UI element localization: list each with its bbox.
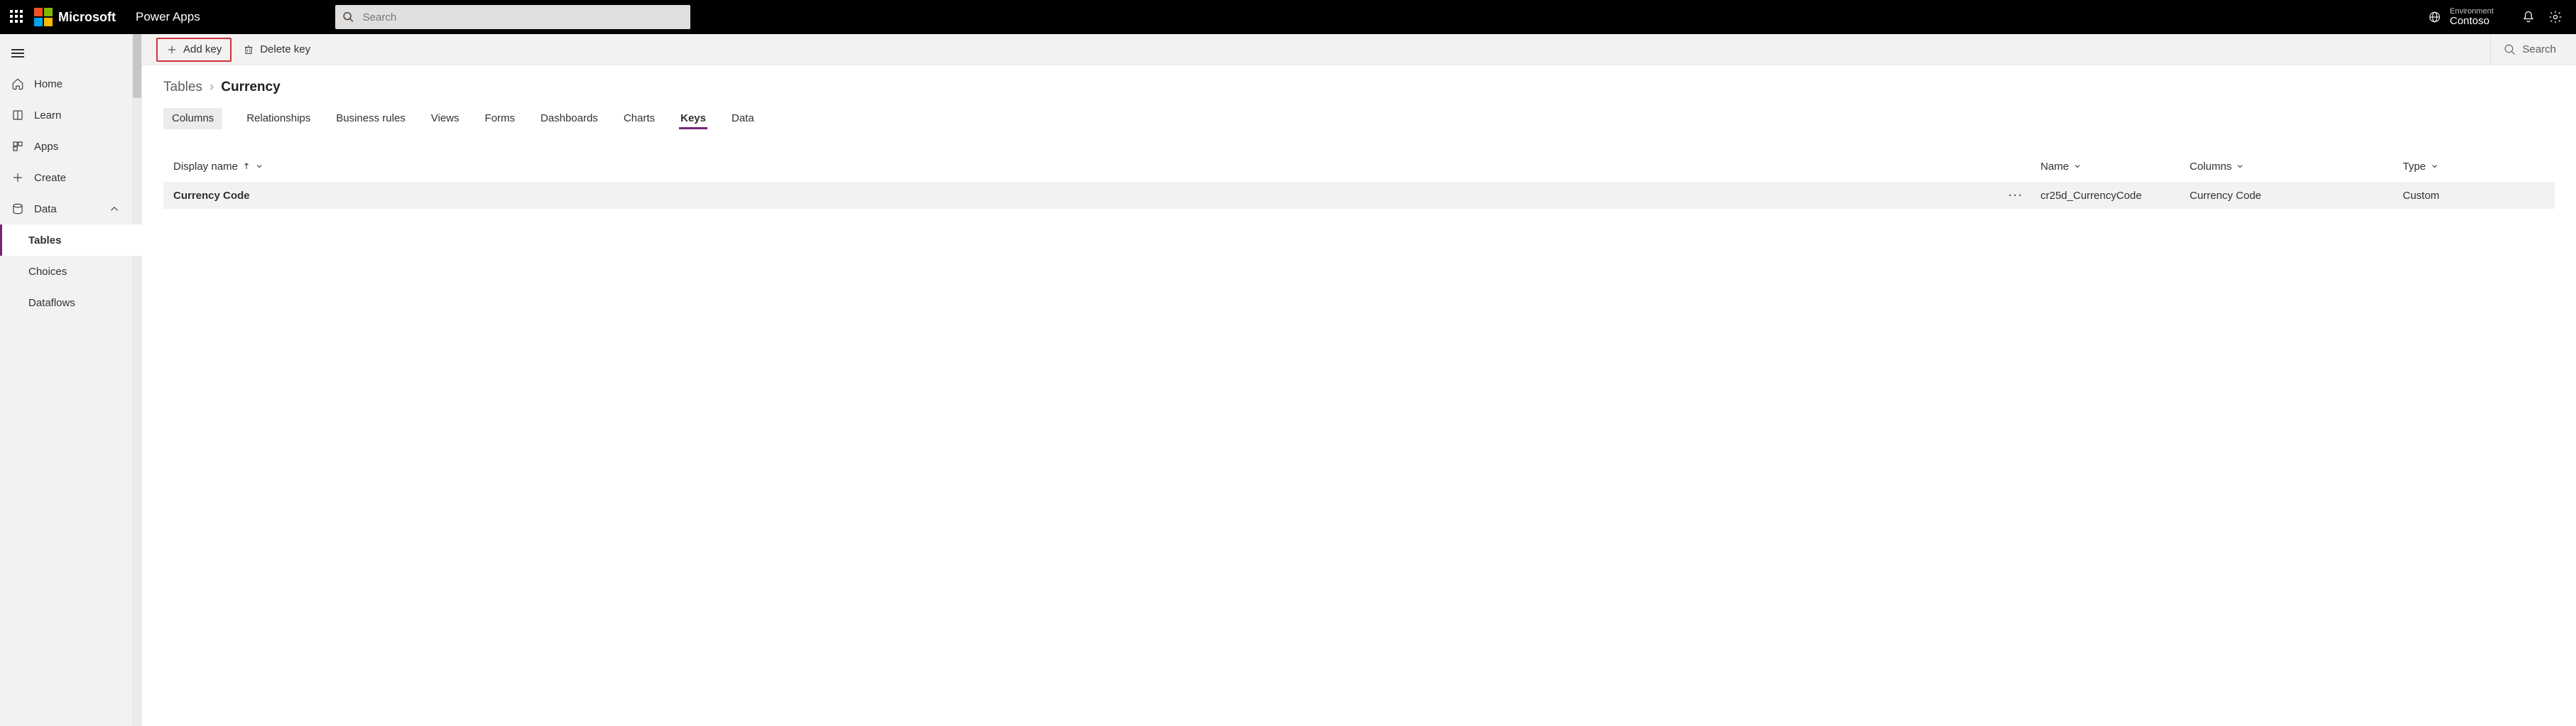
settings-button[interactable] [2542,0,2569,34]
nav-scrollbar-thumb[interactable] [133,34,141,98]
col-header-label: Display name [173,161,238,173]
row-more-button[interactable]: ··· [2009,190,2023,202]
apps-icon [11,140,24,153]
nav-item-data[interactable]: Data [0,193,142,224]
search-icon [342,11,354,23]
chevron-right-icon: › [210,80,214,95]
nav-sub-dataflows[interactable]: Dataflows [0,287,142,318]
app-launcher-icon[interactable] [10,10,24,24]
sort-asc-icon [242,162,251,170]
delete-key-button[interactable]: Delete key [234,38,319,62]
chevron-down-icon [2236,162,2244,170]
nav-item-home[interactable]: Home [0,68,142,99]
microsoft-logo-icon [34,8,53,26]
entity-tabs: Columns Relationships Business rules Vie… [163,108,2555,129]
nav-sub-label: Tables [28,234,61,246]
col-header-display-name[interactable]: Display name [173,161,2040,173]
nav-collapse-button[interactable] [0,38,142,68]
commandbar-search-label: Search [2522,43,2556,55]
command-bar: Add key Delete key Search [142,34,2576,65]
plus-icon [166,44,178,55]
tab-relationships[interactable]: Relationships [245,108,312,129]
book-icon [11,109,24,121]
plus-icon [11,171,24,184]
nav-label: Apps [34,141,58,153]
search-icon [2504,43,2516,56]
environment-label: Environment [2450,7,2494,16]
nav-item-apps[interactable]: Apps [0,131,142,162]
tab-columns[interactable]: Columns [163,108,222,129]
add-key-button[interactable]: Add key [156,38,232,62]
col-header-type[interactable]: Type [2403,161,2545,173]
table-row[interactable]: Currency Code ··· cr25d_CurrencyCode Cur… [163,182,2555,209]
bell-icon [2521,10,2536,24]
tab-dashboards[interactable]: Dashboards [539,108,599,129]
microsoft-logo: Microsoft [34,8,116,26]
nav-scrollbar-track[interactable] [132,34,142,726]
col-header-label: Columns [2190,161,2232,173]
nav-sub-tables[interactable]: Tables [0,224,142,256]
main-area: Add key Delete key Search Tables › Curre… [142,34,2576,726]
tab-views[interactable]: Views [430,108,461,129]
microsoft-brand-text: Microsoft [58,10,116,25]
gear-icon [2548,10,2563,24]
data-icon [11,202,24,215]
cell-type: Custom [2403,190,2545,202]
home-icon [11,77,24,90]
col-header-label: Type [2403,161,2426,173]
tab-charts[interactable]: Charts [622,108,656,129]
breadcrumb-current: Currency [221,80,280,95]
cell-display-name: Currency Code [173,190,250,202]
nav-item-create[interactable]: Create [0,162,142,193]
global-search[interactable] [335,5,690,29]
nav-label: Learn [34,109,61,121]
commandbar-search[interactable]: Search [2498,43,2562,56]
tab-forms[interactable]: Forms [484,108,517,129]
cell-name: cr25d_CurrencyCode [2040,190,2190,202]
chevron-down-icon [2073,162,2082,170]
nav-label: Home [34,78,63,90]
tab-business-rules[interactable]: Business rules [335,108,407,129]
command-bar-divider [2490,34,2491,65]
breadcrumb: Tables › Currency [163,80,2555,95]
global-search-input[interactable] [363,11,683,23]
col-header-columns[interactable]: Columns [2190,161,2403,173]
nav-sub-choices[interactable]: Choices [0,256,142,287]
breadcrumb-parent[interactable]: Tables [163,80,202,95]
nav-sub-label: Dataflows [28,297,75,309]
grid-header: Display name Name Columns Type [163,151,2555,182]
tab-keys[interactable]: Keys [679,108,707,129]
cell-columns: Currency Code [2190,190,2403,202]
chevron-down-icon [255,162,263,170]
nav-item-learn[interactable]: Learn [0,99,142,131]
nav-label: Data [34,203,57,215]
notifications-button[interactable] [2515,0,2542,34]
add-key-label: Add key [183,43,222,55]
environment-picker[interactable]: Environment Contoso [2428,7,2494,28]
left-nav: Home Learn Apps Create Data Tables Choic… [0,34,142,726]
environment-name: Contoso [2450,16,2494,28]
col-header-name[interactable]: Name [2040,161,2190,173]
trash-icon [243,44,254,55]
globe-icon [2428,11,2441,23]
chevron-down-icon [2430,162,2439,170]
nav-sub-label: Choices [28,266,67,278]
col-header-label: Name [2040,161,2069,173]
top-bar: Microsoft Power Apps Environment Contoso [0,0,2576,34]
delete-key-label: Delete key [260,43,310,55]
nav-label: Create [34,172,66,184]
app-name: Power Apps [136,10,200,24]
tab-data[interactable]: Data [730,108,756,129]
chevron-up-icon [108,202,121,215]
